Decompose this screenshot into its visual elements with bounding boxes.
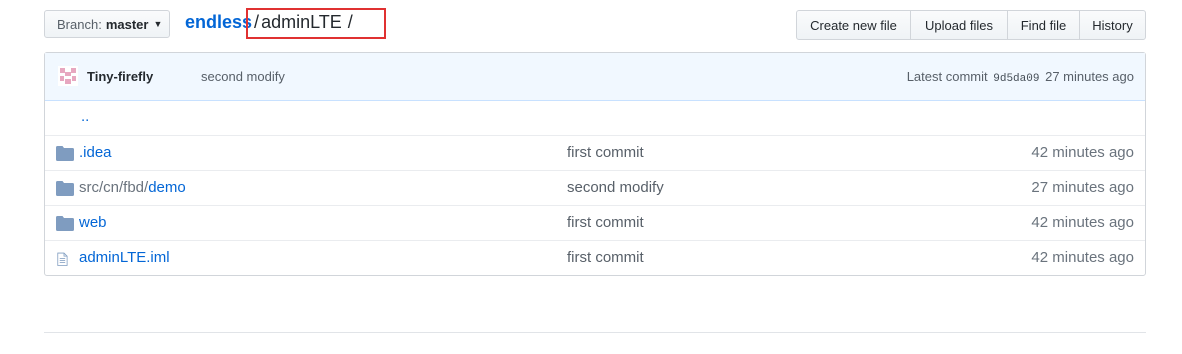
commit-age: 27 minutes ago (1045, 69, 1134, 84)
avatar[interactable] (58, 66, 78, 86)
latest-commit-bar: Tiny-firefly second modify Latest commit… (45, 53, 1145, 101)
branch-select-button[interactable]: Branch: master ▼ (44, 10, 170, 38)
file-list: Tiny-firefly second modify Latest commit… (44, 52, 1146, 276)
folder-icon (56, 181, 74, 196)
file-age: 42 minutes ago (1031, 249, 1134, 266)
file-text-icon (57, 252, 68, 266)
breadcrumb-separator: / (254, 12, 260, 32)
parent-directory-link[interactable]: .. (81, 108, 89, 125)
file-commit-message[interactable]: first commit (567, 249, 644, 266)
create-new-file-button[interactable]: Create new file (796, 10, 911, 40)
history-button[interactable]: History (1079, 10, 1146, 40)
file-age: 42 minutes ago (1031, 144, 1134, 161)
table-row: .idea first commit 42 minutes ago (45, 135, 1145, 170)
breadcrumb-current-dir: adminLTE (261, 12, 342, 32)
table-row: src/cn/fbd/demo second modify 27 minutes… (45, 170, 1145, 205)
file-navigation: Branch: master ▼ endless / adminLTE / Cr… (44, 10, 1146, 40)
file-name-link[interactable]: src/cn/fbd/demo (79, 179, 186, 196)
file-commit-message[interactable]: second modify (567, 179, 664, 196)
breadcrumb-repo-link[interactable]: endless (185, 12, 252, 33)
find-file-button[interactable]: Find file (1007, 10, 1080, 40)
latest-commit-label: Latest commit (906, 69, 988, 84)
latest-commit-info: Latest commit 9d5da09 27 minutes ago (907, 69, 1134, 85)
breadcrumb: endless / adminLTE / (185, 12, 355, 33)
table-row: web first commit 42 minutes ago (45, 205, 1145, 240)
file-path-prefix: src/cn/fbd/ (79, 179, 149, 196)
branch-prefix: Branch: (57, 16, 102, 32)
file-actions: Create new file Upload files Find file H… (796, 10, 1146, 40)
file-commit-message[interactable]: first commit (567, 214, 644, 231)
commit-sha-link[interactable]: 9d5da09 (993, 73, 1039, 85)
file-name-text: demo (148, 179, 186, 196)
file-name-link[interactable]: .idea (79, 144, 112, 161)
caret-down-icon: ▼ (153, 19, 163, 29)
branch-name: master (105, 16, 149, 32)
file-name-link[interactable]: adminLTE.iml (79, 249, 170, 266)
file-age: 27 minutes ago (1031, 179, 1134, 196)
commit-author[interactable]: Tiny-firefly (87, 69, 153, 84)
divider (44, 332, 1146, 333)
table-row: adminLTE.iml first commit 42 minutes ago (45, 240, 1145, 275)
file-age: 42 minutes ago (1031, 214, 1134, 231)
folder-icon (56, 146, 74, 161)
file-commit-message[interactable]: first commit (567, 144, 644, 161)
upload-files-button[interactable]: Upload files (910, 10, 1008, 40)
folder-icon (56, 216, 74, 231)
file-name-link[interactable]: web (79, 214, 107, 231)
commit-message[interactable]: second modify (201, 69, 285, 84)
updir-row[interactable]: .. (45, 101, 1145, 135)
breadcrumb-separator: / (347, 12, 353, 32)
